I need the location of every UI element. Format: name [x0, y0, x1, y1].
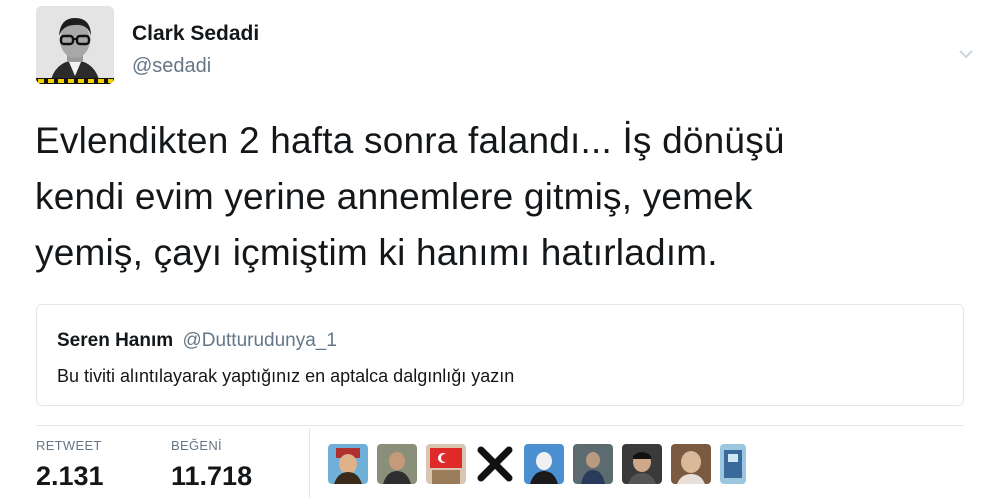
profile-photo-icon: [36, 6, 114, 84]
quoted-tweet[interactable]: Seren Hanım @Dutturudunya_1 Bu tiviti al…: [36, 304, 964, 406]
quoted-tweet-text: Bu tiviti alıntılayarak yaptığınız en ap…: [57, 366, 515, 386]
author-handle[interactable]: @sedadi: [132, 55, 211, 78]
chevron-down-icon[interactable]: [958, 46, 974, 62]
liker-avatar-2[interactable]: [377, 444, 417, 484]
tweet-text-line: Evlendikten 2 hafta sonra falandı... İş …: [35, 120, 785, 161]
liker-avatar-1[interactable]: [328, 444, 368, 484]
liker-avatar-3[interactable]: [426, 444, 466, 484]
stats-separator: [309, 428, 310, 498]
retweet-stat[interactable]: RETWEET 2.131: [36, 438, 104, 492]
liker-avatar-7[interactable]: [622, 444, 662, 484]
likes-count: 11.718: [171, 461, 253, 491]
retweet-count: 2.131: [36, 461, 104, 491]
tweet-text-line: kendi evim yerine annemlere gitmiş, yeme…: [35, 176, 753, 217]
liker-avatar-x-icon[interactable]: [475, 444, 515, 484]
likes-label: BEĞENİ: [171, 438, 222, 453]
liker-avatar-8[interactable]: [671, 444, 711, 484]
quoted-author-handle: @Dutturudunya_1: [182, 330, 337, 351]
likes-stat[interactable]: BEĞENİ 11.718: [171, 438, 252, 492]
liker-avatar-6[interactable]: [573, 444, 613, 484]
quoted-author-name: Seren Hanım: [57, 330, 174, 351]
liker-avatar-5[interactable]: [524, 444, 564, 484]
liker-avatar-9[interactable]: [720, 444, 746, 484]
tweet-text-line: yemiş, çayı içmiştim ki hanımı hatırladı…: [35, 232, 718, 273]
tweet-card: Clark Sedadi @sedadi Evlendikten 2 hafta…: [0, 0, 996, 498]
tweet-text: Evlendikten 2 hafta sonra falandı... İş …: [35, 113, 935, 281]
author-avatar[interactable]: [36, 6, 114, 84]
quoted-tweet-header: Seren Hanım @Dutturudunya_1: [57, 330, 337, 352]
retweet-label: RETWEET: [36, 438, 102, 453]
stats-divider: [36, 425, 964, 426]
author-name[interactable]: Clark Sedadi: [132, 22, 259, 46]
